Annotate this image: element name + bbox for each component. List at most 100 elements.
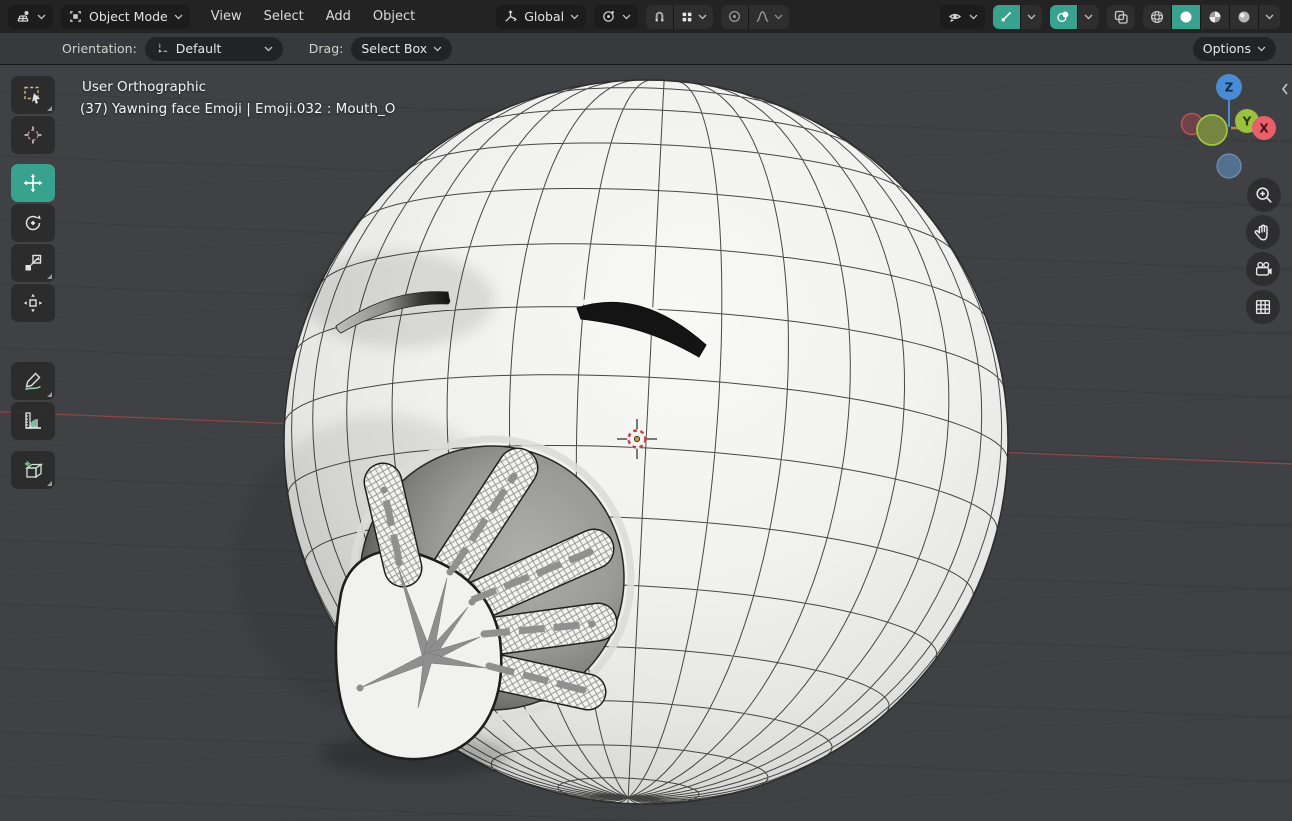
snapping-group — [646, 4, 714, 29]
shading-wireframe-button[interactable] — [1143, 4, 1171, 29]
snap-toggle[interactable] — [646, 4, 674, 29]
box-select-icon — [24, 86, 40, 104]
snap-target-icon — [682, 12, 692, 21]
mode-label: Object Mode — [89, 9, 168, 24]
orientation-value: Global — [524, 9, 565, 24]
shading-rendered-icon — [1238, 11, 1250, 22]
toolbar — [11, 76, 57, 489]
gizmo-axis-neg-y[interactable] — [1196, 114, 1228, 146]
default-orientation-icon — [158, 43, 168, 53]
object-mode-icon — [70, 11, 81, 22]
tool-orientation-dropdown[interactable]: Default — [144, 36, 283, 61]
falloff-curve-icon — [756, 11, 769, 22]
options-label: Options — [1202, 41, 1251, 56]
snap-magnet-icon — [655, 11, 664, 22]
tool-rotate[interactable] — [11, 204, 55, 242]
pan-hand-icon — [1254, 224, 1268, 241]
chevron-down-icon — [570, 14, 579, 19]
xray-toggle[interactable] — [1107, 4, 1135, 29]
chevron-down-icon — [622, 14, 631, 19]
gizmo-arrow-icon — [1001, 11, 1012, 22]
viewport-3d[interactable] — [0, 0, 1292, 821]
svg-text:Z: Z — [1225, 81, 1234, 95]
gizmo-axis-neg-z[interactable] — [1216, 153, 1242, 179]
tool-annotate[interactable] — [11, 362, 55, 400]
grid-view-button[interactable] — [1246, 290, 1280, 324]
proportional-editing-icon — [729, 10, 741, 23]
viewport-header: Object Mode View Select Add Object Globa… — [0, 0, 1292, 33]
pivot-point-icon — [603, 11, 615, 22]
menu-object[interactable]: Object — [362, 5, 426, 29]
options-dropdown[interactable]: Options — [1192, 36, 1276, 61]
falloff-dropdown[interactable] — [749, 4, 790, 29]
menu-view[interactable]: View — [200, 5, 253, 29]
gizmo-dropdown[interactable] — [1021, 4, 1042, 29]
object-visibility-dropdown[interactable] — [940, 4, 985, 29]
shading-material-button[interactable] — [1201, 4, 1229, 29]
tool-cursor[interactable] — [11, 116, 55, 154]
gizmo-axis-z[interactable]: Z — [1216, 74, 1242, 100]
tool-add-cube[interactable] — [11, 451, 55, 489]
mode-dropdown[interactable]: Object Mode — [61, 4, 190, 29]
chevron-down-icon — [174, 14, 183, 19]
chevron-down-icon — [698, 14, 707, 19]
shading-dropdown[interactable] — [1259, 4, 1280, 29]
chevron-down-icon — [1084, 14, 1093, 19]
cursor-tool-icon — [24, 126, 42, 144]
drag-label: Drag: — [308, 41, 344, 56]
tool-measure[interactable] — [11, 402, 55, 440]
tool-transform[interactable] — [11, 284, 55, 322]
transform-orientation-dropdown[interactable]: Global — [496, 4, 587, 29]
rotate-icon — [25, 215, 41, 231]
editor-type-icon — [17, 10, 29, 22]
orientation-axes-icon — [505, 10, 518, 22]
drag-value: Select Box — [361, 41, 428, 56]
add-cube-icon — [24, 461, 44, 479]
visibility-eye-icon — [948, 13, 962, 22]
menu-select[interactable]: Select — [253, 5, 315, 29]
pivot-point-dropdown[interactable] — [594, 4, 639, 29]
orientation-value: Default — [175, 41, 222, 56]
chevron-down-icon — [774, 14, 783, 19]
menu-add[interactable]: Add — [315, 5, 362, 29]
camera-view-button[interactable] — [1246, 252, 1280, 286]
tool-scale[interactable] — [11, 244, 55, 282]
transform-icon — [23, 293, 43, 313]
show-gizmo-toggle[interactable] — [993, 4, 1020, 29]
shading-rendered-button[interactable] — [1230, 4, 1258, 29]
overlays-dropdown[interactable] — [1078, 4, 1099, 29]
editor-type-selector[interactable] — [8, 4, 53, 29]
proportional-editing-toggle[interactable] — [721, 4, 749, 29]
sidebar-collapse-icon[interactable] — [1280, 82, 1290, 96]
view-name-overlay: User Orthographic — [82, 79, 207, 95]
show-overlays-toggle[interactable] — [1050, 4, 1077, 29]
zoom-icon — [1256, 187, 1272, 203]
shading-solid-icon — [1180, 11, 1192, 22]
gizmo-axis-x[interactable]: X — [1252, 116, 1276, 140]
chevron-down-icon — [433, 46, 442, 51]
proportional-editing-group — [721, 4, 790, 29]
overlays-group — [1050, 4, 1099, 29]
navigation-gizmo[interactable]: Z Y X — [1180, 72, 1280, 182]
grid-view-icon — [1255, 299, 1271, 315]
shading-mode-group — [1143, 4, 1280, 29]
tool-settings-bar: Orientation: Default Drag: Select Box Op… — [0, 33, 1292, 65]
chevron-down-icon — [1257, 46, 1266, 51]
chevron-down-icon — [1265, 14, 1274, 19]
viewport-toggles — [940, 4, 1280, 29]
active-object-overlay: (37) Yawning face Emoji | Emoji.032 : Mo… — [80, 101, 396, 117]
zoom-button[interactable] — [1247, 178, 1281, 212]
transform-controls: Global — [496, 4, 790, 29]
tool-box-select[interactable] — [11, 76, 55, 114]
xray-icon — [1114, 10, 1128, 24]
svg-text:Y: Y — [1242, 115, 1252, 129]
scale-icon — [25, 254, 42, 271]
snap-target-dropdown[interactable] — [674, 4, 714, 29]
chevron-down-icon — [1027, 14, 1036, 19]
shading-solid-button[interactable] — [1172, 4, 1200, 29]
tool-move[interactable] — [11, 164, 55, 202]
drag-mode-dropdown[interactable]: Select Box — [351, 36, 453, 61]
move-icon — [23, 173, 43, 193]
chevron-down-icon — [37, 14, 46, 19]
pan-button[interactable] — [1246, 215, 1280, 249]
